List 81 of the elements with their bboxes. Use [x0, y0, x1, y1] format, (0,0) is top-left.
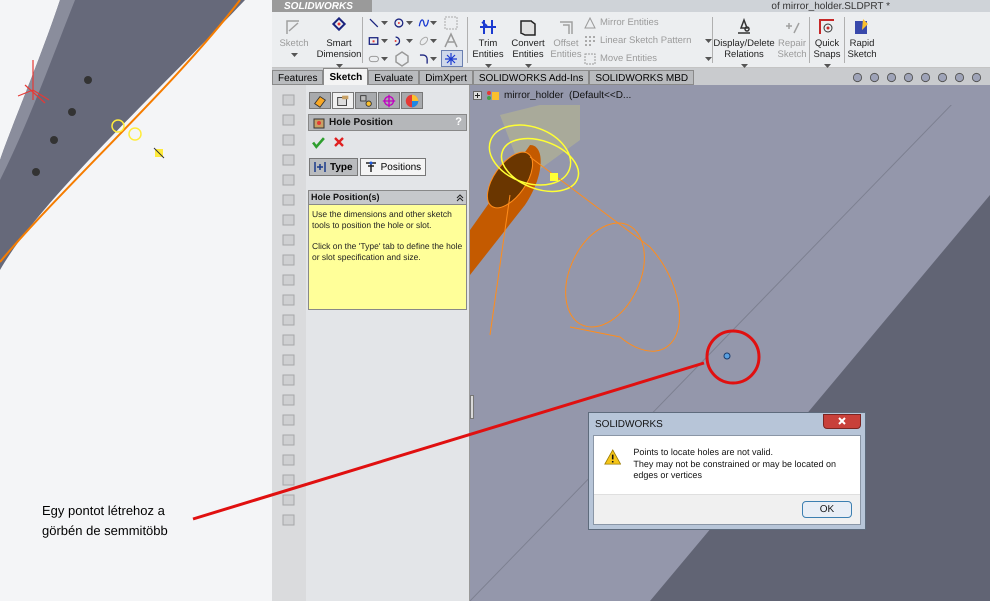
feature-tab[interactable]: Positions: [360, 158, 426, 176]
sketch-tool[interactable]: [441, 50, 463, 67]
tool-icon[interactable]: [282, 93, 296, 107]
tool-icon[interactable]: [282, 273, 296, 287]
close-icon: [838, 417, 846, 425]
tool-icon[interactable]: [282, 153, 296, 167]
caret-icon: [430, 20, 438, 24]
caret-icon: [406, 20, 412, 24]
ok-check-icon[interactable]: [312, 136, 325, 149]
command-tab[interactable]: Evaluate: [368, 70, 420, 85]
tool-icon[interactable]: [282, 453, 296, 467]
tool-icon[interactable]: [282, 373, 296, 387]
command-tab[interactable]: Sketch: [323, 68, 368, 85]
ribbon-button[interactable]: Quick Snaps: [810, 13, 844, 68]
part-icon: [486, 90, 500, 102]
caret-icon: [430, 38, 438, 42]
ribbon-button[interactable]: Smart Dimension: [316, 13, 362, 68]
annotation-text: Egy pontot létrehoz a görbén de semmitöbb: [42, 502, 169, 540]
tool-icon[interactable]: [282, 193, 296, 207]
move-icon: [584, 53, 596, 65]
caret-icon: [380, 56, 388, 60]
dialog-message: They may not be constrained or may be located on edges or vertices: [633, 458, 838, 482]
close-button[interactable]: [823, 414, 861, 428]
instruction-text: Use the dimensions and other sketch tools to position the hole or slot.: [311, 208, 453, 232]
collapse-icon[interactable]: [456, 194, 464, 202]
command-tab[interactable]: SOLIDWORKS Add-Ins: [472, 70, 590, 85]
dialog-message: Points to locate holes are not valid.: [633, 447, 774, 458]
panel-tab[interactable]: [355, 92, 377, 109]
dialog-title: SOLIDWORKS: [594, 418, 663, 432]
point-marker: [724, 352, 730, 360]
command-tab[interactable]: Features: [272, 70, 324, 85]
ribbon-button[interactable]: Rapid Sketch: [845, 13, 879, 64]
document-title: of mirror_holder.SLDPRT *: [771, 2, 890, 12]
caret-icon: [290, 53, 298, 57]
panel-tab[interactable]: [309, 92, 331, 109]
tool-icon[interactable]: [282, 233, 296, 247]
warning-icon: [604, 447, 622, 467]
group-title: Hole Position(s): [311, 190, 380, 204]
tool-icon[interactable]: [282, 253, 296, 267]
display-tab-icon: [404, 92, 420, 108]
caret-icon: [430, 56, 438, 60]
region-tool-icon: [442, 14, 460, 32]
command-tab[interactable]: DimXpert: [419, 70, 473, 85]
tool-icon[interactable]: [282, 133, 296, 147]
tool-icon[interactable]: [282, 293, 296, 307]
trim-icon: [478, 17, 498, 37]
tool-icon[interactable]: [282, 393, 296, 407]
ribbon-button[interactable]: Trim Entities: [468, 13, 508, 68]
pattern-icon: [584, 35, 596, 47]
tool-icon[interactable]: [282, 513, 296, 527]
expand-icon[interactable]: [473, 91, 482, 100]
tool-icon[interactable]: [282, 353, 296, 367]
caret-icon: [705, 39, 712, 43]
ribbon-button[interactable]: Convert Entities: [508, 13, 548, 68]
ok-button[interactable]: OK: [802, 500, 852, 518]
tool-icon[interactable]: [282, 473, 296, 487]
caret-icon: [380, 38, 388, 42]
polygon-tool-icon: [392, 50, 411, 68]
tool-icon[interactable]: [282, 213, 296, 227]
tool-icon[interactable]: [282, 173, 296, 187]
tool-icon[interactable]: [282, 433, 296, 447]
feature-tab[interactable]: Type: [309, 158, 358, 176]
tool-icon[interactable]: [282, 493, 296, 507]
highlight-circle: [706, 330, 760, 384]
ribbon-button[interactable]: Display/Delete Relations: [713, 13, 775, 68]
command-tab[interactable]: SOLIDWORKS MBD: [589, 70, 694, 85]
panel-title: Hole Position: [329, 116, 393, 130]
text-tool-icon: [442, 32, 460, 50]
caret-icon: [380, 20, 388, 24]
caret-icon: [705, 57, 712, 61]
tool-icon[interactable]: [282, 413, 296, 427]
tool-icon[interactable]: [282, 113, 296, 127]
instruction-text: Click on the 'Type' tab to define the hole or slot specification and size.: [311, 240, 464, 264]
app-logo: SOLIDWORKS: [284, 2, 353, 12]
caret-icon: [406, 38, 412, 42]
panel-tab[interactable]: [332, 92, 354, 109]
tool-icon[interactable]: [282, 333, 296, 347]
collapse-handle[interactable]: [470, 395, 474, 419]
tool-icon[interactable]: [282, 313, 296, 327]
cancel-x-icon[interactable]: [333, 136, 345, 148]
tree-item[interactable]: mirror_holder (Default<<D...: [504, 88, 632, 103]
